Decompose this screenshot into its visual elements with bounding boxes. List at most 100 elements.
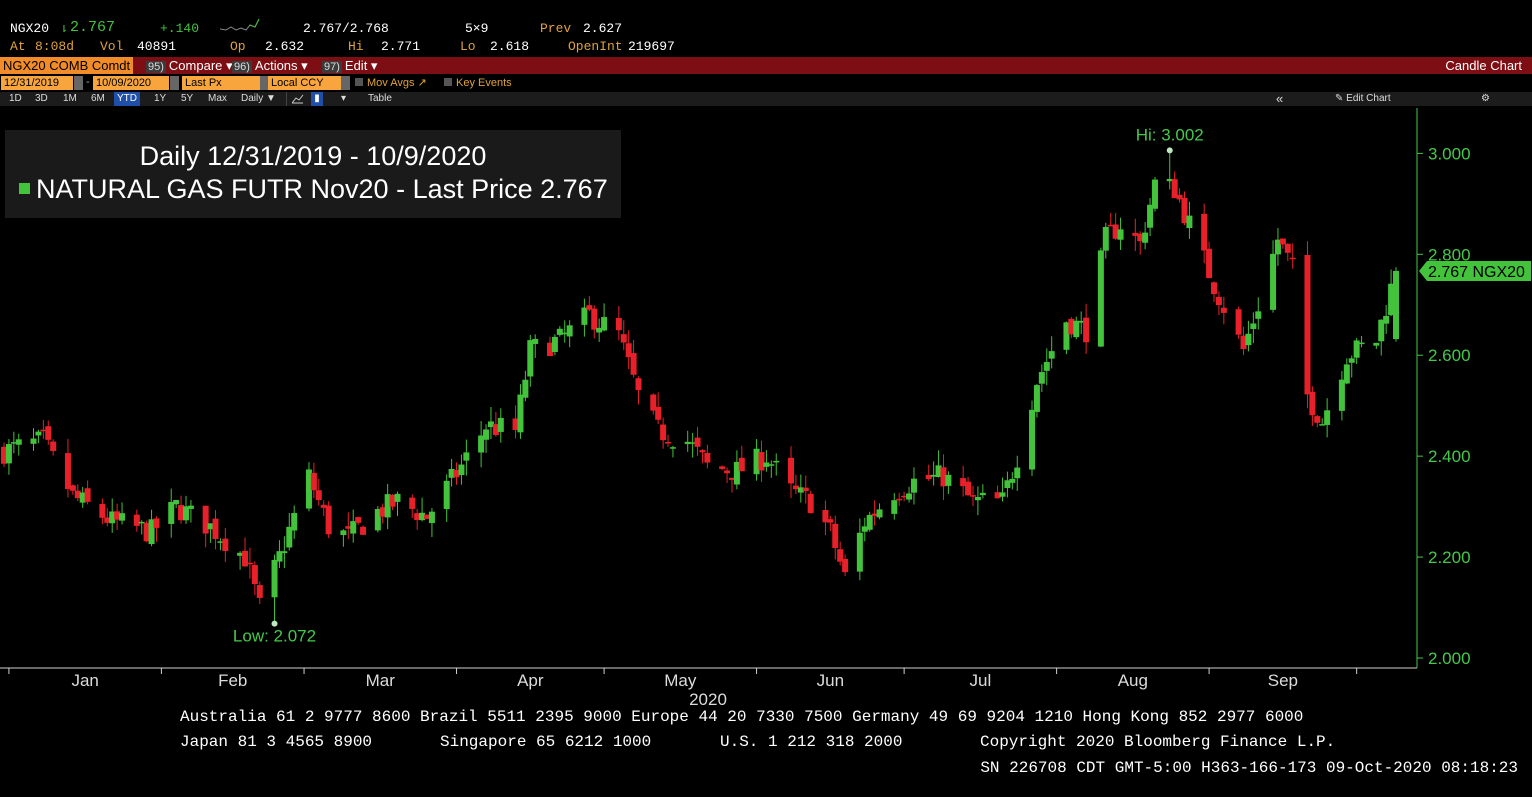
candle-body — [256, 585, 263, 598]
low-annotation: Low: 2.072 — [233, 627, 316, 646]
x-tick-label: Apr — [517, 671, 544, 690]
candle-body — [566, 325, 573, 337]
x-tick-label: Jul — [970, 671, 992, 690]
candle-body — [281, 551, 288, 554]
candle-body — [1314, 416, 1321, 423]
x-tick-label: Jun — [817, 671, 844, 690]
x-year-label: 2020 — [689, 690, 727, 706]
candle-body — [522, 379, 529, 398]
candle-body — [660, 424, 667, 441]
candle-body — [1033, 385, 1040, 412]
y-tick-label: 2.000 — [1428, 649, 1471, 668]
x-tick-label: May — [664, 671, 697, 690]
y-tick-label: 2.600 — [1428, 346, 1471, 365]
legend-series-value: 2.767 — [540, 174, 608, 204]
candle-body — [1151, 179, 1158, 209]
candle-body — [704, 452, 711, 463]
candle-chart: Jan Feb Mar Apr May Jun Jul Aug Sep2020 3.0002.8… — [0, 108, 1531, 706]
candle-body — [999, 492, 1006, 497]
candle-body — [527, 340, 534, 377]
candle-body — [173, 500, 180, 505]
candle-body — [133, 514, 140, 526]
candle-body — [497, 417, 504, 432]
legend-series: NATURAL GAS FUTR Nov20 - Last Price 2.76… — [19, 174, 608, 205]
candle-body — [842, 558, 849, 573]
candle-body — [1343, 364, 1350, 384]
candle-body — [1250, 323, 1257, 329]
candle-body — [635, 378, 642, 391]
candle-body — [1083, 317, 1090, 343]
candle-body — [551, 336, 558, 353]
candle-body — [655, 406, 662, 420]
candle-body — [719, 466, 726, 469]
candle-body — [202, 505, 209, 534]
candle-body — [1358, 342, 1365, 345]
candle-body — [428, 511, 435, 524]
candle-body — [891, 500, 898, 514]
footer-session-info: SN 226708 CDT GMT-5:00 H363-166-173 09-O… — [980, 759, 1518, 777]
candle-body — [1186, 215, 1193, 229]
candle-body — [979, 492, 986, 496]
candle-body — [787, 457, 794, 484]
candle-body — [251, 565, 258, 585]
candle-body — [1014, 467, 1021, 479]
candle-body — [315, 490, 322, 501]
candle-body — [1117, 229, 1124, 240]
candle-body — [153, 518, 160, 528]
candle-body — [1142, 232, 1149, 243]
candle-body — [620, 334, 627, 343]
candles-group — [1, 152, 1399, 622]
series-swatch — [19, 183, 30, 194]
candle-body — [1309, 391, 1316, 416]
candle-body — [1324, 410, 1331, 425]
legend-series-name: NATURAL GAS FUTR Nov20 - Last Price — [36, 174, 533, 204]
candle-body — [15, 439, 22, 445]
candle-body — [1270, 253, 1277, 310]
candle-body — [591, 308, 598, 330]
candle-body — [896, 498, 903, 501]
footer-contact-us: U.S. 1 212 318 2000 — [720, 733, 903, 751]
legend-date-range: Daily 12/31/2019 - 10/9/2020 — [139, 141, 487, 171]
candle-body — [271, 559, 278, 598]
candle-body — [601, 317, 608, 331]
x-tick-label: Sep — [1268, 671, 1298, 690]
candle-body — [1043, 361, 1050, 371]
x-tick-label: Feb — [218, 671, 247, 690]
candle-body — [222, 538, 229, 552]
candle-body — [517, 394, 524, 433]
candle-body — [5, 444, 12, 464]
x-tick-label: Jan — [71, 671, 98, 690]
candle-body — [1038, 372, 1045, 384]
candle-body — [945, 474, 952, 486]
candle-body — [1289, 257, 1296, 260]
candle-body — [35, 431, 42, 436]
candle-body — [1235, 309, 1242, 335]
y-axis: 3.0002.8002.6002.4002.2002.0002.767 NGX2… — [1416, 108, 1531, 668]
candle-body — [581, 307, 588, 325]
candle-body — [699, 450, 706, 453]
candle-body — [1304, 255, 1311, 395]
candle-body — [802, 487, 809, 492]
x-tick-label: Mar — [366, 671, 396, 690]
candle-body — [669, 447, 676, 449]
candle-body — [1073, 320, 1080, 338]
candle-body — [665, 441, 672, 444]
hi-marker — [1166, 147, 1173, 154]
candle-body — [45, 426, 52, 440]
candle-body — [1048, 351, 1055, 359]
y-tick-label: 2.200 — [1428, 548, 1471, 567]
footer-contact-japan: Japan 81 3 4565 8900 — [180, 733, 373, 751]
candle-body — [291, 513, 298, 531]
candle-body — [1284, 243, 1291, 253]
candle-body — [1220, 307, 1227, 313]
candle-body — [1206, 248, 1213, 279]
candle-body — [876, 509, 883, 518]
candle-body — [1215, 296, 1222, 306]
candle-body — [532, 338, 539, 344]
candle-body — [64, 453, 71, 490]
candle-body — [394, 493, 401, 502]
candle-body — [1102, 226, 1109, 251]
candle-body — [1255, 311, 1262, 319]
footer-contact-singapore: Singapore 65 6212 1000 — [440, 733, 652, 751]
candle-body — [866, 514, 873, 530]
